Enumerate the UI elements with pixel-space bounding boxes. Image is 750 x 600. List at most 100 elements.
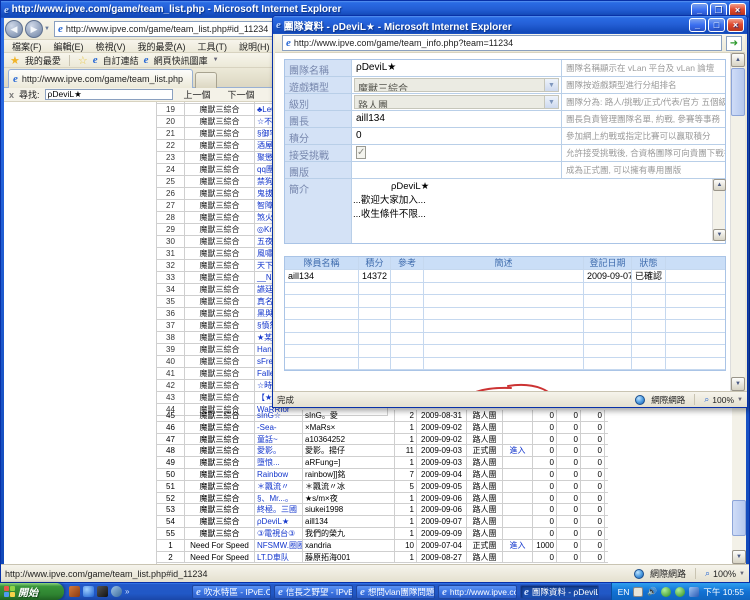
accept-challenge-checkbox[interactable]: ✓ — [356, 146, 366, 159]
member-cell — [285, 345, 359, 357]
tray-ime-icon[interactable] — [633, 587, 643, 597]
popup-address-text: http://www.ipve.com/game/team_info.php?t… — [294, 38, 513, 48]
tray-disk-icon[interactable] — [689, 587, 699, 597]
level-select[interactable]: 路人團 ▼ — [354, 95, 559, 109]
enter-link[interactable] — [503, 469, 533, 480]
scroll-up-icon[interactable]: ▲ — [731, 53, 745, 67]
popup-scrollbar[interactable]: ▲ ▼ — [730, 53, 745, 391]
team-rank: 43 — [157, 392, 185, 403]
tray-language-indicator[interactable]: EN — [618, 587, 630, 597]
go-button[interactable]: ➜ — [726, 36, 742, 51]
team-name-link[interactable]: Rainbow — [255, 469, 303, 480]
enter-link[interactable] — [503, 504, 533, 515]
team-name-input[interactable]: ρDeviL★ — [352, 60, 562, 76]
menu-edit[interactable]: 編輯(E) — [54, 40, 84, 53]
team-name-link[interactable]: §、Mr...。 — [255, 493, 303, 504]
menu-tools[interactable]: 工具(T) — [198, 40, 228, 53]
enter-link[interactable] — [503, 434, 533, 445]
forward-button[interactable]: ▶ — [25, 20, 43, 38]
bg-zoom-control[interactable]: ⌕ 100% ▼ — [705, 568, 745, 579]
table-row: 1Need For SpeedNFSMW.圈圈xandria102009-07-… — [157, 540, 608, 552]
enter-link[interactable] — [503, 493, 533, 504]
enter-link[interactable] — [503, 552, 533, 563]
menu-help[interactable]: 說明(H) — [239, 40, 270, 53]
enter-link[interactable] — [503, 422, 533, 433]
favorites-link-custom[interactable]: 自訂連結 — [103, 54, 139, 67]
popup-address-field[interactable]: e http://www.ipve.com/game/team_info.php… — [282, 35, 722, 51]
taskbar-button-1[interactable]: e吹水特區 - IPvE.CO... — [192, 585, 271, 599]
enter-link[interactable] — [503, 516, 533, 527]
enter-link[interactable]: 進入 — [503, 540, 533, 551]
taskbar-button-2[interactable]: e信長之野望 - IPvE.C... — [274, 585, 353, 599]
team-name-link[interactable]: 終極。三國 — [255, 504, 303, 515]
created-date: 2009-09-05 — [417, 481, 467, 492]
close-button[interactable]: × — [727, 18, 744, 32]
game-type: 魔獸三綜合 — [185, 356, 255, 367]
team-name-link[interactable]: 童話~ — [255, 434, 303, 445]
stat-1: 0 — [533, 552, 557, 563]
member-cell — [391, 358, 424, 370]
stat-1: 0 — [533, 410, 557, 421]
menu-favorites[interactable]: 我的最愛(A) — [138, 40, 186, 53]
team-name-link[interactable]: 愛影。 — [255, 445, 303, 456]
popup-titlebar[interactable]: e 團隊資料 - ρDeviL★ - Microsoft Internet Ex… — [273, 16, 747, 34]
favorites-star-icon[interactable]: ★ — [10, 54, 20, 67]
quick-launch-icon-3[interactable] — [97, 586, 108, 597]
quick-launch-overflow-icon[interactable]: » — [125, 587, 129, 596]
game-type: 魔獸三綜合 — [185, 284, 255, 295]
team-name-link[interactable]: sInG☆ — [255, 410, 303, 421]
enter-link[interactable] — [503, 528, 533, 539]
team-level: 路人團 — [467, 481, 503, 492]
tray-volume-icon[interactable]: 🔊 — [647, 587, 657, 597]
team-name-link[interactable]: ＊飄流〃 — [255, 481, 303, 492]
bg-status-bar: http://www.ipve.com/game/team_list.php#i… — [1, 564, 749, 582]
find-input[interactable] — [45, 89, 173, 100]
quick-launch-icon-4[interactable] — [111, 586, 122, 597]
scroll-thumb[interactable] — [731, 68, 745, 116]
quick-launch-icon-2[interactable] — [83, 586, 94, 597]
taskbar-button-5[interactable]: e團隊資料 - ρDeviL... — [520, 585, 599, 599]
taskbar-button-3[interactable]: e想問vlan團隊問題..( — [356, 585, 435, 599]
tray-msn-icon[interactable] — [661, 587, 671, 597]
menu-file[interactable]: 檔案(F) — [12, 40, 42, 53]
member-cell — [391, 295, 424, 307]
team-name-link[interactable]: LT.D車队 — [255, 552, 303, 563]
enter-link[interactable]: 進入 — [503, 445, 533, 456]
scroll-thumb[interactable] — [732, 500, 746, 536]
tab-team-list[interactable]: e http://www.ipve.com/game/team_list.php — [8, 69, 193, 88]
minimize-button[interactable]: _ — [689, 18, 706, 32]
nav-dropdown-icon[interactable]: ▼ — [44, 26, 50, 32]
game-type: 魔獸三綜合 — [185, 344, 255, 355]
taskbar-button-4[interactable]: ehttp://www.ipve.com/g... — [438, 585, 517, 599]
maximize-button[interactable]: □ — [708, 18, 725, 32]
scroll-down-icon[interactable]: ▼ — [731, 377, 745, 391]
new-tab-stub[interactable] — [195, 72, 217, 88]
team-name-link[interactable]: -Sea- — [255, 422, 303, 433]
start-button[interactable]: 開始 — [0, 583, 64, 600]
zoom-dropdown-icon[interactable]: ▼ — [739, 571, 745, 577]
enter-link[interactable] — [503, 481, 533, 492]
game-type-select[interactable]: 魔獸三綜合 ▼ — [354, 78, 559, 92]
popup-zoom-control[interactable]: ⌕ 100% ▼ — [704, 394, 743, 405]
add-favorite-icon[interactable]: ☆ — [78, 54, 88, 67]
team-name-link[interactable]: 墮悢... — [255, 457, 303, 468]
favorites-label[interactable]: 我的最愛 — [25, 54, 61, 67]
team-name-link[interactable]: ③電視台③ — [255, 528, 303, 539]
tray-msn-icon-2[interactable] — [675, 587, 685, 597]
intro-textarea[interactable]: ρDeviL★ ...歡迎大家加入... ...收生條件不限... ▲ ▼ — [352, 179, 725, 241]
zoom-dropdown-icon[interactable]: ▼ — [737, 397, 743, 403]
back-button[interactable]: ◀ — [5, 20, 23, 38]
textarea-scrollbar[interactable]: ▲ ▼ — [712, 179, 725, 241]
enter-link[interactable] — [503, 457, 533, 468]
scroll-down-icon[interactable]: ▼ — [732, 550, 746, 564]
chevron-down-icon[interactable]: ▼ — [213, 57, 219, 63]
find-close-icon[interactable]: x — [9, 90, 14, 100]
find-previous-button[interactable]: 上一個 — [178, 88, 217, 101]
menu-view[interactable]: 檢視(V) — [96, 40, 126, 53]
find-next-button[interactable]: 下一個 — [222, 88, 261, 101]
team-name-link[interactable]: NFSMW.圈圈 — [255, 540, 303, 551]
favorites-link-slices[interactable]: 網頁快訊圖庫 — [154, 54, 208, 67]
quick-launch-icon-1[interactable] — [69, 586, 80, 597]
enter-link[interactable] — [503, 410, 533, 421]
team-name-link[interactable]: ρDeviL★ — [255, 516, 303, 527]
